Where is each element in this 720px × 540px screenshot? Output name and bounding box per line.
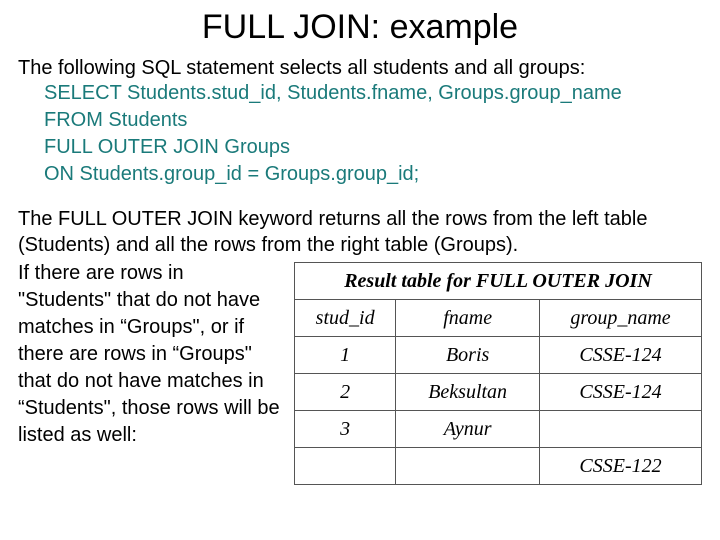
explanation-paragraph: The FULL OUTER JOIN keyword returns all … <box>18 206 702 258</box>
table-row: 1 Boris CSSE-124 <box>295 337 702 374</box>
sql-line-4: ON Students.group_id = Groups.group_id; <box>44 161 702 188</box>
cell: Beksultan <box>396 374 540 411</box>
cell: 3 <box>295 411 396 448</box>
cell: CSSE-124 <box>540 374 702 411</box>
cell <box>396 448 540 485</box>
table-caption: Result table for FULL OUTER JOIN <box>295 263 702 300</box>
col-header-fname: fname <box>396 300 540 337</box>
sql-block: SELECT Students.stud_id, Students.fname,… <box>18 80 702 188</box>
cell: CSSE-122 <box>540 448 702 485</box>
sql-line-1: SELECT Students.stud_id, Students.fname,… <box>44 80 702 107</box>
table-row: 3 Aynur <box>295 411 702 448</box>
cell: CSSE-124 <box>540 337 702 374</box>
table-row: CSSE-122 <box>295 448 702 485</box>
sql-line-3: FULL OUTER JOIN Groups <box>44 134 702 161</box>
cell: 2 <box>295 374 396 411</box>
slide-title: FULL JOIN: example <box>18 8 702 47</box>
cell: 1 <box>295 337 396 374</box>
cell: Aynur <box>396 411 540 448</box>
cell: Boris <box>396 337 540 374</box>
sql-line-2: FROM Students <box>44 107 702 134</box>
table-row: 2 Beksultan CSSE-124 <box>295 374 702 411</box>
result-table: Result table for FULL OUTER JOIN stud_id… <box>294 262 702 485</box>
col-header-stud-id: stud_id <box>295 300 396 337</box>
col-header-group-name: group_name <box>540 300 702 337</box>
cell <box>540 411 702 448</box>
side-paragraph: If there are rows in "Students" that do … <box>18 260 280 449</box>
intro-text: The following SQL statement selects all … <box>18 57 702 80</box>
cell <box>295 448 396 485</box>
